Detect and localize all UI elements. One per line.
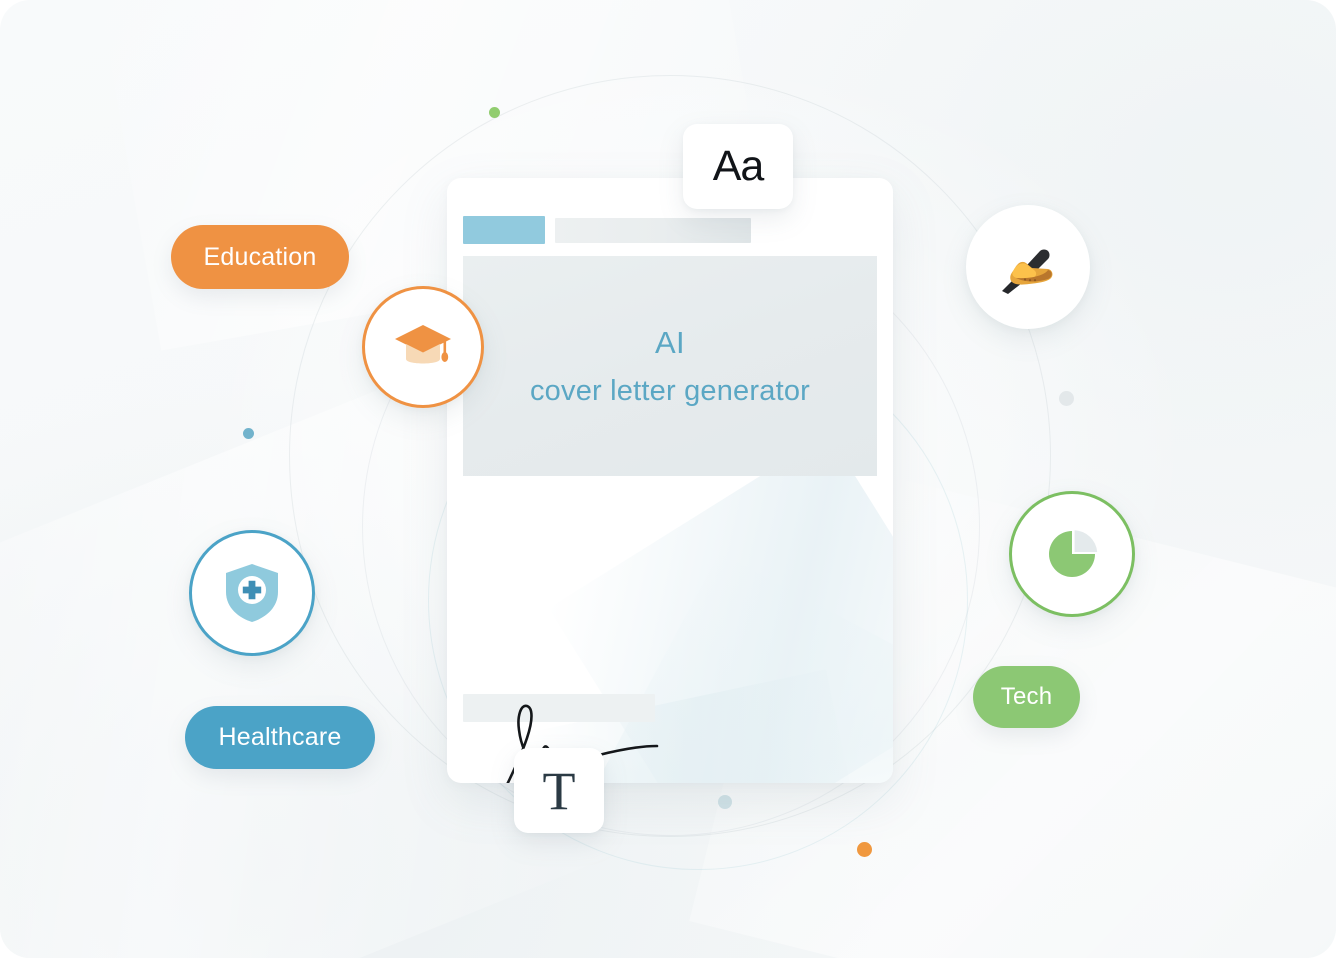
- document-header-placeholders: [463, 216, 751, 244]
- graduation-cap-icon: [395, 325, 451, 364]
- education-icon-badge[interactable]: [362, 286, 484, 408]
- document-hero-subtitle: cover letter generator: [529, 374, 811, 407]
- writing-hand-icon: [1002, 249, 1053, 294]
- medical-shield-icon: [226, 564, 278, 622]
- font-size-glyph: Aa: [712, 142, 765, 190]
- document-muted-bar: [555, 217, 751, 243]
- tech-icon-badge[interactable]: [1009, 491, 1135, 617]
- pill-education[interactable]: Education: [171, 225, 349, 289]
- pie-chart-icon: [1049, 530, 1098, 577]
- pill-healthcare-label: Healthcare: [218, 723, 342, 751]
- pill-healthcare[interactable]: Healthcare: [185, 706, 375, 769]
- orbit-dot-green: [489, 107, 500, 118]
- illustration-canvas: AI cover letter generator Aa T Education…: [0, 0, 1336, 958]
- document-hero-title: AI: [655, 324, 685, 360]
- typography-glyph: T: [542, 760, 576, 821]
- pill-tech-label: Tech: [1000, 683, 1053, 710]
- orbit-dot-orange: [857, 842, 872, 857]
- font-size-card[interactable]: Aa: [683, 124, 793, 209]
- document-fold-highlight-1: [548, 433, 893, 783]
- cover-letter-document[interactable]: AI cover letter generator: [447, 178, 893, 783]
- document-signature-placeholder-bar: [463, 694, 655, 722]
- document-accent-bar: [463, 216, 545, 244]
- typography-card[interactable]: T: [514, 748, 604, 833]
- document-fold-highlight-2: [597, 552, 893, 783]
- document-hero-panel: AI cover letter generator: [463, 256, 877, 476]
- pill-tech[interactable]: Tech: [973, 666, 1080, 728]
- orbit-dot-gray: [1059, 391, 1074, 406]
- orbit-dot-light-blue: [718, 795, 732, 809]
- writing-icon-badge[interactable]: [966, 205, 1090, 329]
- healthcare-icon-badge[interactable]: [189, 530, 315, 656]
- pill-education-label: Education: [203, 242, 317, 271]
- orbit-dot-blue: [243, 428, 254, 439]
